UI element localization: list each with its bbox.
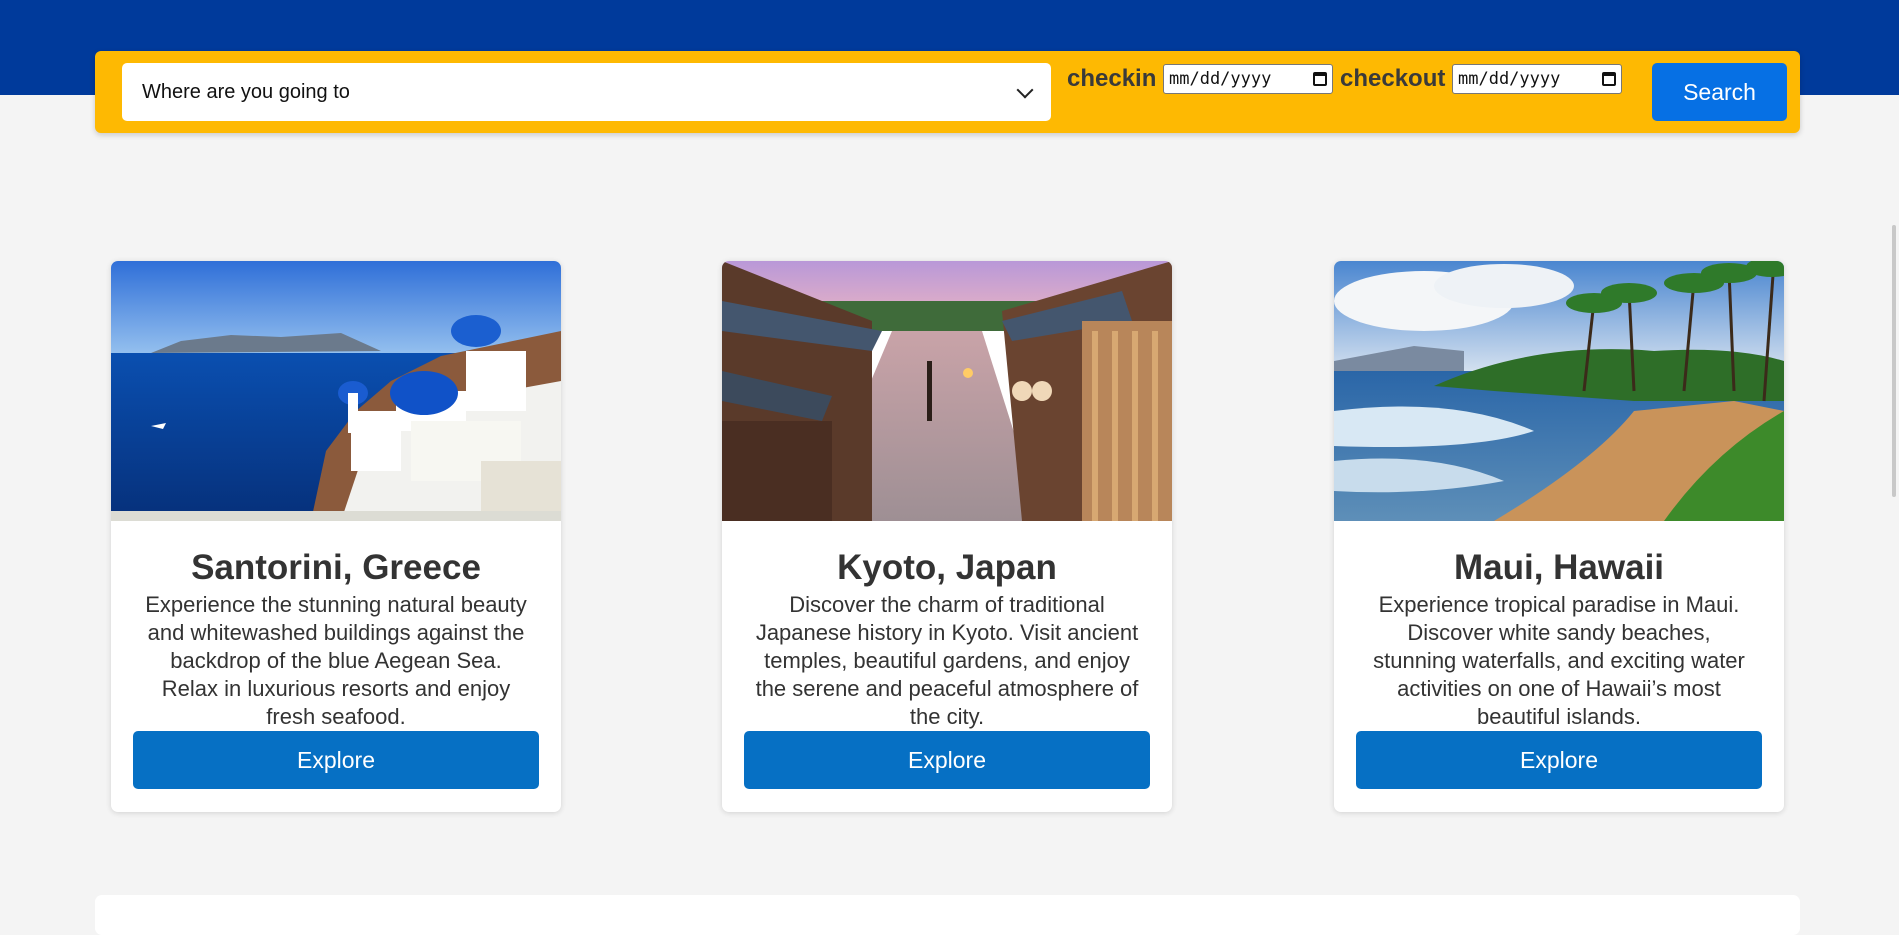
checkout-label: checkout xyxy=(1340,65,1446,92)
card-description: Experience tropical paradise in Maui. Di… xyxy=(1373,592,1745,729)
scrollbar[interactable] xyxy=(1892,225,1896,497)
search-bar: Where are you going to checkin mm/dd/yyy… xyxy=(95,51,1800,133)
destination-card-maui: Maui, Hawaii Experience tropical paradis… xyxy=(1334,261,1784,812)
maui-image xyxy=(1334,261,1784,521)
kyoto-image xyxy=(722,261,1172,521)
calendar-icon[interactable] xyxy=(1602,72,1616,86)
calendar-icon[interactable] xyxy=(1313,72,1327,86)
card-title: Santorini, Greece xyxy=(191,548,481,587)
card-description: Discover the charm of traditional Japane… xyxy=(755,592,1139,729)
destination-card-kyoto: Kyoto, Japan Discover the charm of tradi… xyxy=(722,261,1172,812)
chevron-down-icon xyxy=(1016,81,1034,98)
bottom-panel xyxy=(95,895,1800,935)
explore-button[interactable]: Explore xyxy=(744,731,1150,789)
destination-select[interactable]: Where are you going to xyxy=(122,63,1051,121)
checkin-label: checkin xyxy=(1067,65,1157,92)
checkout-date-input[interactable]: mm/dd/yyyy xyxy=(1452,64,1622,94)
checkin-date-input[interactable]: mm/dd/yyyy xyxy=(1163,64,1333,94)
card-title: Maui, Hawaii xyxy=(1453,548,1665,587)
explore-button[interactable]: Explore xyxy=(1356,731,1762,789)
santorini-image xyxy=(111,261,561,521)
checkin-date-value: mm/dd/yyyy xyxy=(1169,69,1272,89)
card-title: Kyoto, Japan xyxy=(837,548,1057,587)
explore-button[interactable]: Explore xyxy=(133,731,539,789)
destination-card-santorini: Santorini, Greece Experience the stunnin… xyxy=(111,261,561,812)
destination-select-value: Where are you going to xyxy=(142,80,350,103)
search-button[interactable]: Search xyxy=(1652,63,1787,121)
checkout-date-value: mm/dd/yyyy xyxy=(1458,69,1561,89)
card-description: Experience the stunning natural beauty a… xyxy=(145,592,527,729)
